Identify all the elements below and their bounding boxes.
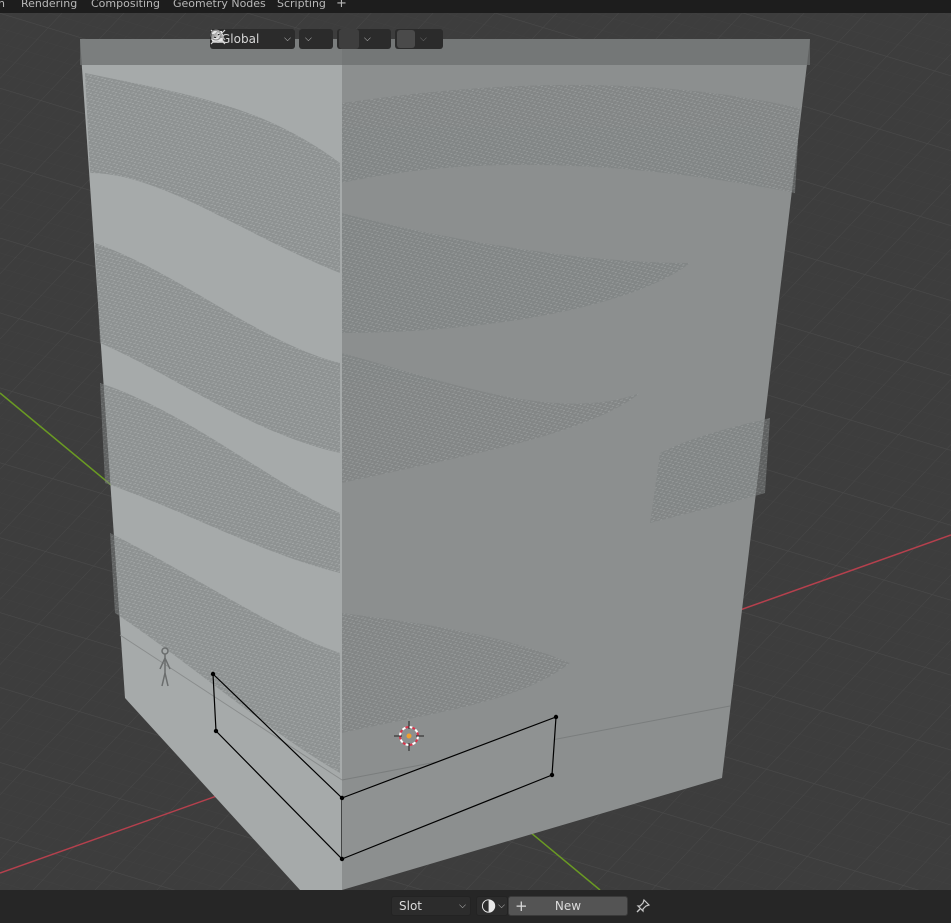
workspace-tab-rendering[interactable]: Rendering: [21, 0, 77, 10]
workspace-tab-geometry-nodes[interactable]: Geometry Nodes: [173, 0, 266, 10]
workspace-tab-compositing[interactable]: Compositing: [91, 0, 160, 10]
pin-icon: [636, 898, 651, 913]
chevron-down-icon: ⌵: [284, 34, 291, 44]
viewport-scene: [0, 13, 951, 890]
falloff-curve-icon[interactable]: [210, 29, 226, 41]
chevron-down-icon: ⌵: [364, 34, 371, 44]
chevron-down-icon: ⌵: [420, 34, 427, 44]
new-material-button[interactable]: + New: [508, 896, 628, 916]
browse-material-button[interactable]: ⌵: [476, 896, 508, 916]
viewport-header-tools: Global ⌵ ⌵ ⌵ ⌵: [210, 29, 443, 49]
properties-bottom-bar: Slot ⌵ ⌵ + New: [0, 890, 951, 923]
workspace-tab-bar: n Rendering Compositing Geometry Nodes S…: [0, 0, 951, 13]
snapping-group: ⌵: [211, 29, 391, 49]
workspace-tab-layout[interactable]: n: [0, 0, 5, 10]
add-workspace-button[interactable]: +: [336, 0, 347, 11]
proportional-edit-toggle[interactable]: [210, 29, 415, 48]
chevron-down-icon: ⌵: [305, 34, 312, 44]
chevron-down-icon: ⌵: [498, 901, 505, 911]
pin-button[interactable]: [635, 898, 651, 918]
slot-label: Slot: [399, 899, 422, 913]
chevron-down-icon: ⌵: [459, 901, 466, 911]
snap-toggle[interactable]: [211, 29, 359, 49]
transform-orientation-value: Global: [221, 32, 260, 46]
proportional-edit-group: ⌵: [210, 29, 443, 49]
material-browse-icon: [481, 899, 496, 913]
workspace-tab-scripting[interactable]: Scripting: [277, 0, 326, 10]
pivot-point-dropdown[interactable]: ⌵: [210, 29, 333, 49]
material-slot-dropdown[interactable]: Slot ⌵: [391, 896, 471, 916]
add-icon: +: [515, 896, 528, 915]
3d-viewport[interactable]: Global ⌵ ⌵ ⌵ ⌵: [0, 13, 951, 890]
